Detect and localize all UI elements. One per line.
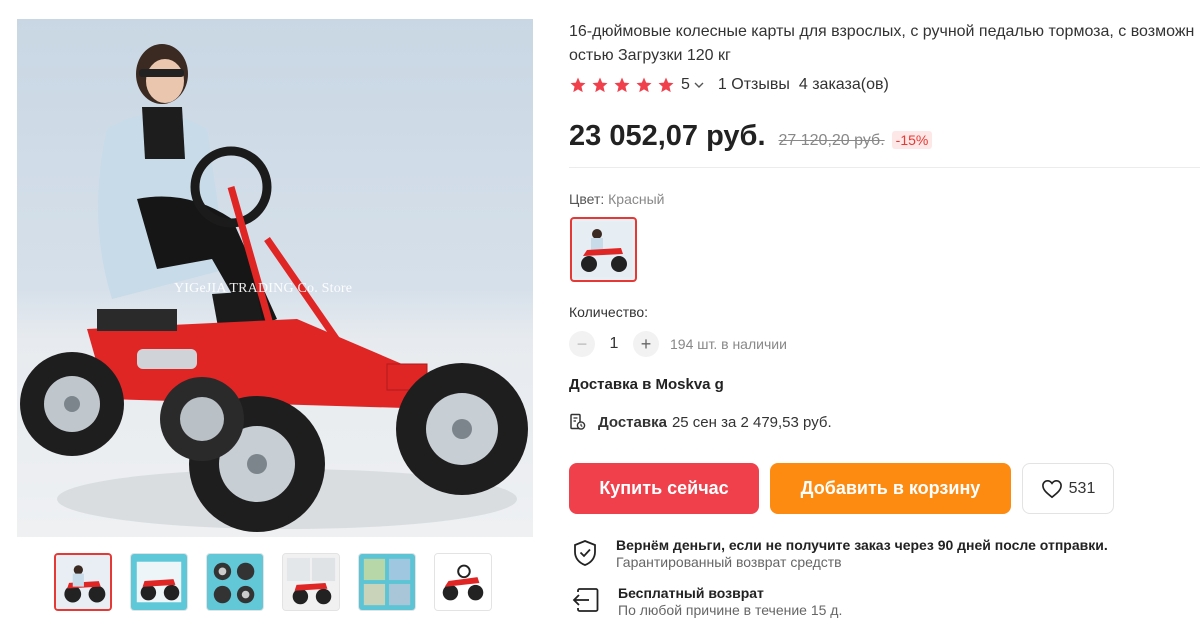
color-label: Цвет: Красный bbox=[569, 191, 665, 207]
guarantee-free-return-title: Бесплатный возврат bbox=[618, 585, 764, 601]
thumbnail-strip bbox=[54, 553, 504, 617]
guarantee-refund-subtitle: Гарантированный возврат средств bbox=[616, 554, 842, 570]
thumbnail-2[interactable] bbox=[130, 553, 188, 611]
color-swatch-red[interactable] bbox=[570, 217, 637, 282]
thumbnail-6[interactable] bbox=[434, 553, 492, 611]
wishlist-button[interactable]: 531 bbox=[1022, 463, 1114, 514]
delivery-document-icon bbox=[570, 413, 586, 430]
thumbnail-1[interactable] bbox=[54, 553, 112, 611]
heart-icon bbox=[1041, 479, 1062, 498]
color-label-text: Цвет: bbox=[569, 191, 605, 207]
reviews-link[interactable]: 1 Отзывы bbox=[718, 76, 790, 94]
old-price: 27 120,20 руб. bbox=[778, 132, 885, 149]
kart-photo bbox=[20, 44, 528, 532]
orders-count: 4 заказа(ов) bbox=[798, 76, 889, 93]
quantity-stepper: − 1 + 194 шт. в наличии bbox=[569, 330, 787, 358]
star-icon bbox=[636, 77, 652, 93]
quantity-decrease-button[interactable]: − bbox=[569, 331, 595, 357]
main-product-image[interactable]: YIGeJIA TRADING Co. Store bbox=[17, 19, 533, 537]
quantity-increase-button[interactable]: + bbox=[633, 331, 659, 357]
thumbnail-4[interactable] bbox=[282, 553, 340, 611]
star-icon bbox=[614, 77, 630, 93]
delivery-row: Доставка 25 сен за 2 479,53 руб. bbox=[569, 413, 832, 431]
thumbnail-3[interactable] bbox=[206, 553, 264, 611]
guarantee-refund: Вернём деньги, если не получите заказ че… bbox=[572, 537, 1108, 571]
star-icon bbox=[658, 77, 674, 93]
thumbnail-5[interactable] bbox=[358, 553, 416, 611]
chevron-down-icon[interactable] bbox=[694, 80, 704, 90]
star-icon bbox=[570, 77, 586, 93]
guarantee-free-return-subtitle: По любой причине в течение 15 д. bbox=[618, 602, 843, 618]
store-watermark: YIGeJIA TRADING Co. Store bbox=[174, 281, 353, 296]
delivery-details: 25 сен за 2 479,53 руб. bbox=[671, 413, 832, 431]
rating-row: 5 1 Отзывы 4 заказа(ов) bbox=[569, 74, 889, 96]
price-row: 23 052,07 руб. 27 120,20 руб. -15% bbox=[569, 120, 933, 153]
rating-stars bbox=[569, 76, 675, 94]
discount-badge: -15% bbox=[891, 131, 933, 149]
star-icon bbox=[592, 77, 608, 93]
divider bbox=[569, 167, 1200, 168]
shield-check-icon bbox=[574, 540, 596, 566]
color-value: Красный bbox=[608, 191, 665, 207]
quantity-value[interactable]: 1 bbox=[595, 335, 633, 353]
rating-value: 5 bbox=[681, 76, 690, 93]
stock-info: 194 шт. в наличии bbox=[670, 336, 787, 352]
add-to-cart-button[interactable]: Добавить в корзину bbox=[770, 463, 1011, 514]
return-icon bbox=[572, 588, 599, 612]
delivery-label: Доставка bbox=[598, 413, 667, 431]
guarantee-free-return: Бесплатный возврат По любой причине в те… bbox=[572, 585, 842, 619]
product-title: 16-дюймовые колесные карты для взрослых,… bbox=[569, 23, 1195, 64]
current-price: 23 052,07 руб. bbox=[569, 120, 766, 152]
buy-now-button[interactable]: Купить сейчас bbox=[569, 463, 759, 514]
quantity-label: Количество: bbox=[569, 304, 649, 320]
wishlist-count: 531 bbox=[1068, 479, 1096, 497]
shipping-destination[interactable]: Доставка в Moskva g bbox=[569, 376, 724, 393]
kart-swatch-image bbox=[575, 222, 632, 277]
guarantee-refund-title: Вернём деньги, если не получите заказ че… bbox=[616, 537, 1108, 553]
